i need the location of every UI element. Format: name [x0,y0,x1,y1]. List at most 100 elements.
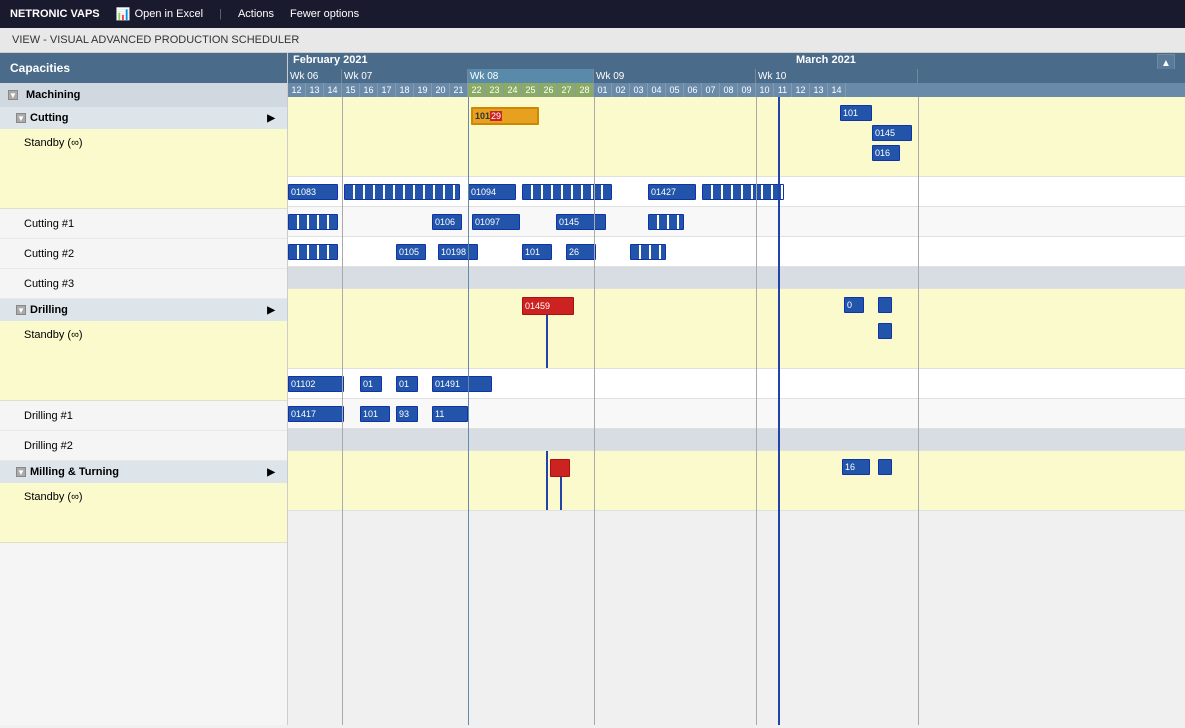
drilling-subgroup[interactable]: ▼ Drilling ▶ [0,299,287,321]
bar-drill-sb1[interactable]: 0 [844,297,864,313]
day-02: 02 [612,83,630,97]
bar-01094[interactable]: 01094 [468,184,516,200]
bar-d2-11[interactable]: 11 [432,406,468,422]
bar-mill-red[interactable] [550,459,570,477]
bar-01102[interactable]: 01102 [288,376,344,392]
day-27: 27 [558,83,576,97]
bar-0145[interactable]: 0145 [872,125,912,141]
day-11: 11 [774,83,792,97]
bar-drill-sb3[interactable] [878,323,892,339]
week-09: Wk 09 [594,69,756,83]
cutting-2-row: Cutting #2 [0,239,287,269]
gantt-milling-header [288,429,1185,451]
day-10: 10 [756,83,774,97]
day-09: 09 [738,83,756,97]
mill-arrow-down [560,477,562,510]
cutting-2-label: Cutting #2 [24,248,74,260]
milling-collapse[interactable]: ▼ [16,467,26,477]
bar-10198[interactable]: 10198 [438,244,478,260]
bar-101-c3[interactable]: 101 [522,244,552,260]
left-panel: Capacities ▼ Machining ▼ Cutting ▶ Stand… [0,53,288,725]
bar-10129[interactable]: 101 29 [471,107,539,125]
day-14: 14 [324,83,342,97]
drilling-2-label: Drilling #2 [24,440,73,452]
machining-label: Machining [26,89,80,101]
day-21: 21 [450,83,468,97]
bar-mill-sm[interactable] [878,459,892,475]
gantt-cutting-2: 0106 01097 0145 [288,207,1185,237]
gantt-milling-standby: 16 [288,451,1185,511]
bar-101-top[interactable]: 101 [840,105,872,121]
cutting-subgroup[interactable]: ▼ Cutting ▶ [0,107,287,129]
cutting-3-label: Cutting #3 [24,278,74,290]
day-25: 25 [522,83,540,97]
due-date-line [778,97,780,725]
bar-d1-2[interactable]: 01 [360,376,382,392]
drilling-collapse[interactable]: ▼ [16,305,26,315]
wk09-sep [756,97,757,725]
gantt-drilling-1: 01102 01 01 01491 [288,369,1185,399]
bar-c3-pat2[interactable] [630,244,666,260]
bar-01445[interactable]: 0145 [556,214,606,230]
gantt-cutting-1: 01083 01094 01427 [288,177,1185,207]
milling-subgroup[interactable]: ▼ Milling & Turning ▶ [0,461,287,483]
bar-c2-pat1[interactable] [288,214,338,230]
drilling-label: Drilling [30,304,68,316]
drilling-expand-icon[interactable]: ▶ [267,305,275,316]
day-18: 18 [396,83,414,97]
gantt-cutting-3: 0105 10198 101 26 [288,237,1185,267]
day-04: 04 [648,83,666,97]
wk07-sep [468,97,469,725]
bar-26[interactable]: 26 [566,244,596,260]
bar-mill-16[interactable]: 16 [842,459,870,475]
bar-01055[interactable]: 0105 [396,244,426,260]
day-20: 20 [432,83,450,97]
day-26: 26 [540,83,558,97]
drilling-standby-row: Standby (∞) [0,321,287,401]
bar-d2-101[interactable]: 101 [360,406,390,422]
bar-01427[interactable]: 01427 [648,184,696,200]
cutting-3-row: Cutting #3 [0,269,287,299]
drilling-1-row: Drilling #1 [0,401,287,431]
week-08: Wk 08 [468,69,594,83]
bar-01459[interactable]: 01459 [522,297,574,315]
bar-d1-3[interactable]: 01 [396,376,418,392]
machining-group[interactable]: ▼ Machining [0,83,287,107]
options-button[interactable]: Fewer options [290,8,359,20]
cutting-standby-label: Standby (∞) [24,137,83,149]
mar-month: March 2021 [796,54,856,66]
bar-d2-93[interactable]: 93 [396,406,418,422]
gantt-drilling-standby: 01459 0 [288,289,1185,369]
cutting-collapse[interactable]: ▼ [16,113,26,123]
week-10: Wk 10 [756,69,918,83]
bar-01491[interactable]: 01491 [432,376,492,392]
day-06: 06 [684,83,702,97]
cutting-expand-icon[interactable]: ▶ [267,113,275,124]
main-container: Capacities ▼ Machining ▼ Cutting ▶ Stand… [0,53,1185,725]
bar-01083[interactable]: 01083 [288,184,338,200]
milling-expand-icon[interactable]: ▶ [267,467,275,478]
subtitle-text: VIEW - VISUAL ADVANCED PRODUCTION SCHEDU… [12,34,299,46]
bar-01065[interactable]: 0106 [432,214,462,230]
cutting-1-label: Cutting #1 [24,218,74,230]
day-05: 05 [666,83,684,97]
bar-016[interactable]: 016 [872,145,900,161]
actions-button[interactable]: Actions [238,8,274,20]
day-14b: 14 [828,83,846,97]
excel-button[interactable]: 📊 Open in Excel [116,7,203,21]
gantt-panel: February 2021 March 2021 ▲ Wk 06 Wk 07 W… [288,53,1185,725]
app-container: NETRONIC VAPS 📊 Open in Excel | Actions … [0,0,1185,725]
bar-drill-sb2[interactable] [878,297,892,313]
bar-01417[interactable]: 01417 [288,406,344,422]
bar-01097[interactable]: 01097 [472,214,520,230]
machining-collapse[interactable]: ▼ [8,90,18,100]
bar-c2-pat2[interactable] [648,214,684,230]
cutting-standby-row: Standby (∞) [0,129,287,209]
bar-c1-pat1[interactable] [344,184,460,200]
milling-label: Milling & Turning [30,466,119,478]
bar-c1-pat2[interactable] [522,184,612,200]
drilling-1-label: Drilling #1 [24,410,73,422]
day-12: 12 [288,83,306,97]
bar-c3-pat1[interactable] [288,244,338,260]
bar-c1-pat3[interactable] [702,184,784,200]
